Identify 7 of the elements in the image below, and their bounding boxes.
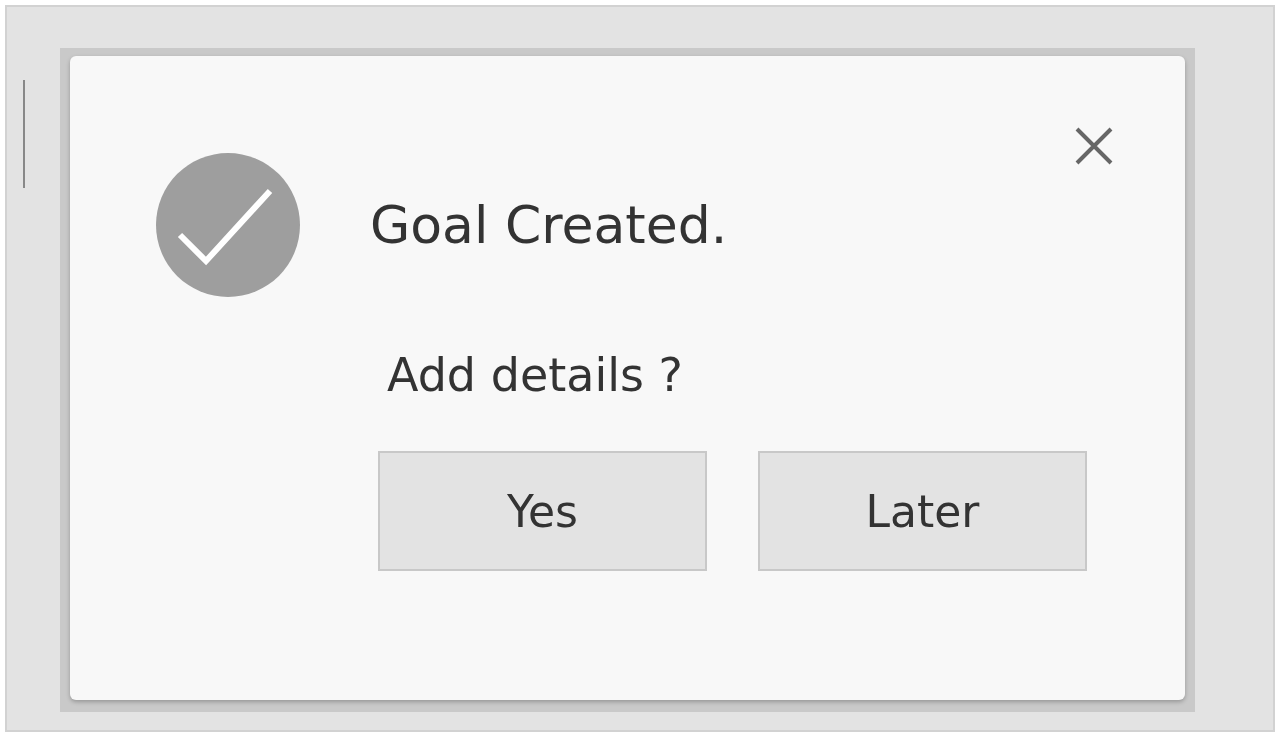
dialog-message: Add details ? — [387, 347, 684, 404]
dialog-button[interactable]: Yes — [378, 451, 707, 571]
check-circle-icon — [156, 153, 300, 297]
dialog-button[interactable]: Later — [758, 451, 1087, 571]
dialog-title: Goal Created. — [370, 194, 728, 257]
close-icon — [1074, 126, 1114, 166]
close-button[interactable] — [1074, 126, 1114, 166]
